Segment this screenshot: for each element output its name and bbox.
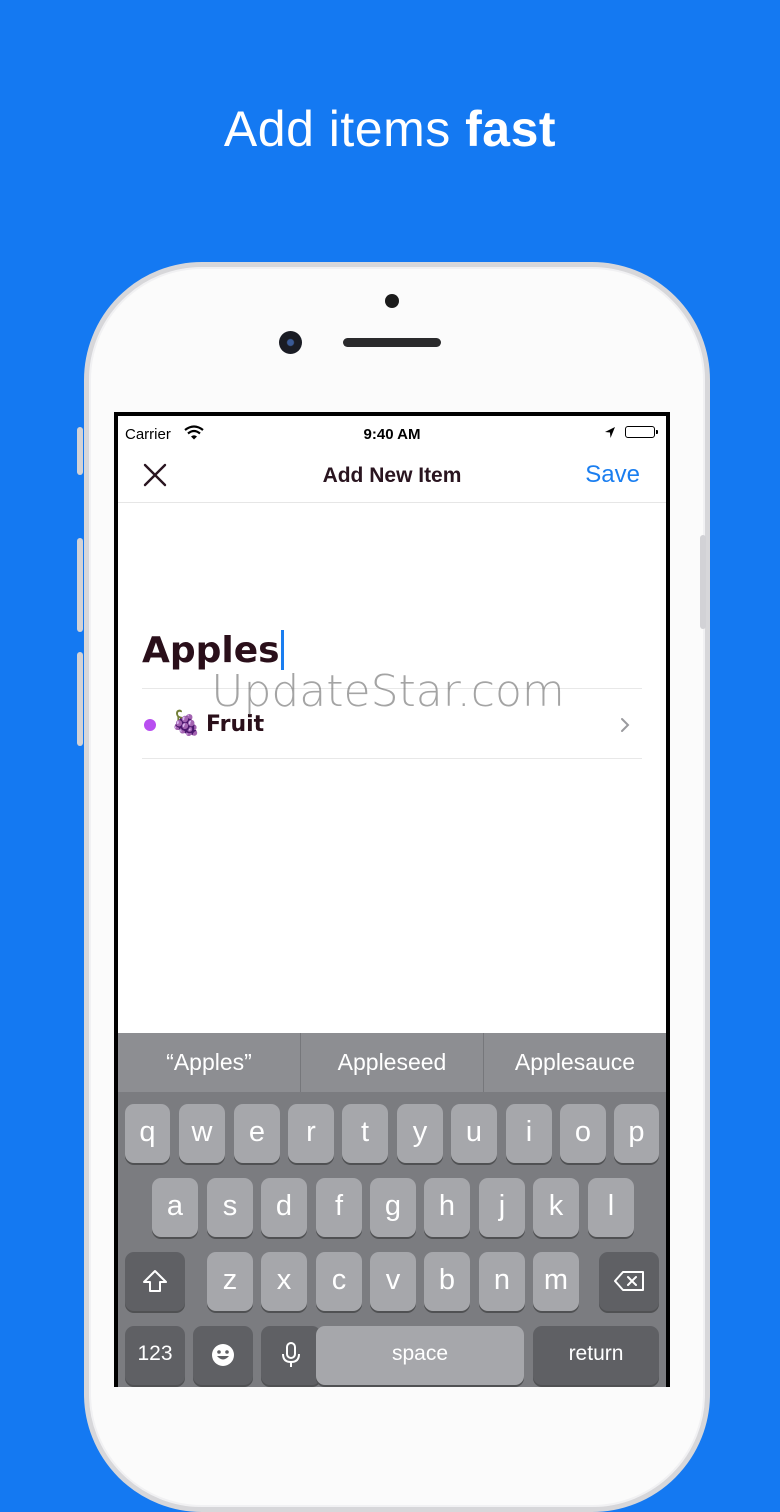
earpiece-speaker — [343, 338, 441, 347]
location-arrow-icon — [604, 426, 616, 443]
key-i[interactable]: i — [506, 1104, 552, 1163]
category-color-dot — [144, 719, 156, 731]
key-row-3: z x c v b n m — [118, 1252, 666, 1312]
key-d[interactable]: d — [261, 1178, 307, 1237]
key-t[interactable]: t — [342, 1104, 388, 1163]
key-r[interactable]: r — [288, 1104, 334, 1163]
shift-icon — [143, 1270, 167, 1293]
numbers-key[interactable]: 123 — [125, 1326, 185, 1385]
key-f[interactable]: f — [316, 1178, 362, 1237]
shift-key[interactable] — [125, 1252, 185, 1311]
key-a[interactable]: a — [152, 1178, 198, 1237]
watermark-text: UpdateStar.com — [211, 666, 565, 717]
key-l[interactable]: l — [588, 1178, 634, 1237]
nav-title: Add New Item — [322, 464, 462, 487]
side-button-mute — [77, 427, 83, 475]
key-w[interactable]: w — [179, 1104, 225, 1163]
key-s[interactable]: s — [207, 1178, 253, 1237]
key-p[interactable]: p — [614, 1104, 659, 1163]
status-time: 9:40 AM — [363, 426, 421, 443]
key-x[interactable]: x — [261, 1252, 307, 1311]
key-y[interactable]: y — [397, 1104, 443, 1163]
space-key[interactable]: space — [316, 1326, 524, 1385]
front-sensor — [385, 294, 399, 308]
emoji-key[interactable] — [193, 1326, 253, 1385]
headline-regular: Add items — [223, 101, 466, 157]
key-z[interactable]: z — [207, 1252, 253, 1311]
divider — [142, 758, 642, 759]
key-b[interactable]: b — [424, 1252, 470, 1311]
key-g[interactable]: g — [370, 1178, 416, 1237]
key-v[interactable]: v — [370, 1252, 416, 1311]
headline: Add items fast — [0, 100, 780, 158]
front-camera — [279, 331, 302, 354]
chevron-right-icon — [620, 717, 630, 738]
battery-icon — [625, 426, 658, 438]
key-row-2: a s d f g h j k l — [118, 1178, 666, 1238]
side-button-volume-up — [77, 538, 83, 632]
key-row-4: 123 space return — [118, 1326, 666, 1386]
key-o[interactable]: o — [560, 1104, 606, 1163]
key-k[interactable]: k — [533, 1178, 579, 1237]
suggestion-item[interactable]: Applesauce — [483, 1033, 666, 1092]
suggestion-item[interactable]: Appleseed — [300, 1033, 483, 1092]
navigation-bar: Add New Item Save — [118, 448, 666, 503]
item-name-input[interactable]: Apples — [142, 630, 284, 671]
save-button[interactable]: Save — [585, 461, 640, 489]
delete-key[interactable] — [599, 1252, 659, 1311]
dictation-key[interactable] — [261, 1326, 321, 1385]
side-button-power — [700, 535, 706, 629]
key-e[interactable]: e — [234, 1104, 280, 1163]
suggestion-item[interactable]: “Apples” — [118, 1033, 300, 1092]
item-name-text: Apples — [142, 630, 280, 671]
key-q[interactable]: q — [125, 1104, 170, 1163]
suggestion-bar: “Apples” Appleseed Applesauce — [118, 1033, 666, 1092]
key-row-1: q w e r t y u i o p — [118, 1104, 666, 1164]
key-j[interactable]: j — [479, 1178, 525, 1237]
key-h[interactable]: h — [424, 1178, 470, 1237]
return-key[interactable]: return — [533, 1326, 659, 1385]
backspace-icon — [614, 1271, 644, 1292]
headline-bold: fast — [465, 101, 557, 157]
key-n[interactable]: n — [479, 1252, 525, 1311]
keyboard: “Apples” Appleseed Applesauce q w e r t … — [118, 1033, 666, 1387]
key-c[interactable]: c — [316, 1252, 362, 1311]
text-cursor — [280, 630, 284, 670]
key-m[interactable]: m — [533, 1252, 579, 1311]
microphone-icon — [282, 1342, 300, 1368]
side-button-volume-down — [77, 652, 83, 746]
status-bar: Carrier 9:40 AM — [118, 416, 666, 448]
key-u[interactable]: u — [451, 1104, 497, 1163]
emoji-icon — [212, 1344, 234, 1367]
phone-screen: Carrier 9:40 AM Add New Item Save Apples… — [114, 412, 670, 1387]
